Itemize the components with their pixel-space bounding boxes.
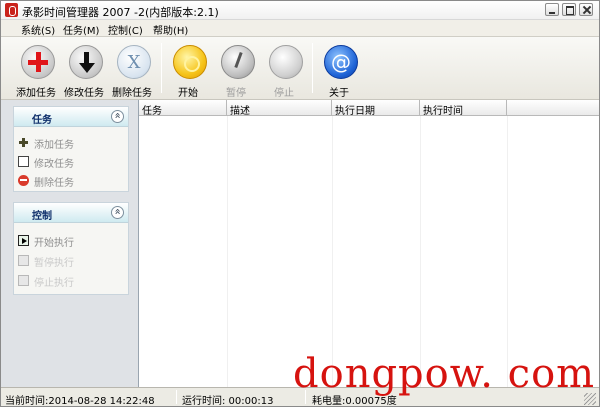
edit-icon <box>18 156 29 167</box>
tasks-group: 任务 添加任务 修改任务 删除任务 <box>13 106 129 192</box>
edit-task-label: 修改任务 <box>64 88 104 99</box>
remove-icon <box>18 175 29 186</box>
column-divider <box>227 116 228 387</box>
minimize-button[interactable] <box>545 3 559 16</box>
plus-circle-icon <box>21 45 55 79</box>
about-button[interactable]: 关于 <box>316 41 362 99</box>
start-disc-icon <box>173 45 207 79</box>
add-task-button[interactable]: 添加任务 <box>13 41 59 99</box>
play-icon <box>18 235 29 246</box>
column-header-description[interactable]: 描述 <box>227 100 332 117</box>
close-button[interactable] <box>579 3 593 16</box>
tasks-group-title: 任务 <box>32 115 52 126</box>
sidebar-item-delete-task[interactable]: 删除任务 <box>18 173 126 189</box>
menu-help[interactable]: 帮助(H) <box>153 22 188 37</box>
toolbar: 添加任务 修改任务 删除任务 开始 暂停 停止 关于 <box>1 36 599 100</box>
control-group-title: 控制 <box>32 211 52 222</box>
menu-tasks[interactable]: 任务(M) <box>63 22 99 37</box>
run-time-status: 运行时间: 00:00:13 <box>182 396 274 407</box>
maximize-button[interactable] <box>562 3 576 16</box>
x-circle-icon <box>117 45 151 79</box>
add-task-label: 添加任务 <box>16 88 56 99</box>
sidebar-item-edit-task[interactable]: 修改任务 <box>18 154 126 170</box>
watermark: dongpow. com <box>293 351 596 397</box>
table-header: 任务 描述 执行日期 执行时间 <box>139 100 599 117</box>
start-button[interactable]: 开始 <box>165 41 211 99</box>
sidebar-item-stop[interactable]: 停止执行 <box>18 273 126 289</box>
menu-control[interactable]: 控制(C) <box>108 22 143 37</box>
delete-task-label: 删除任务 <box>112 88 152 99</box>
sidebar-item-pause[interactable]: 暂停执行 <box>18 253 126 269</box>
pause-label: 暂停 <box>226 88 246 99</box>
menu-bar: 系统(S) 任务(M) 控制(C) 帮助(H) <box>1 20 599 37</box>
window-title: 承影时间管理器 2007 -2(内部版本:2.1) <box>22 6 219 19</box>
task-sidebar: 任务 添加任务 修改任务 删除任务 控制 开始执行 <box>1 100 138 387</box>
control-group: 控制 开始执行 暂停执行 停止执行 <box>13 202 129 295</box>
sidebar-item-add-task[interactable]: 添加任务 <box>18 135 126 151</box>
sidebar-item-label: 停止执行 <box>34 278 74 289</box>
control-group-header[interactable]: 控制 <box>14 203 128 223</box>
at-sign-icon <box>324 45 358 79</box>
column-divider <box>420 116 421 387</box>
column-header-time[interactable]: 执行时间 <box>420 100 507 117</box>
start-label: 开始 <box>178 88 198 99</box>
stop-disc-icon <box>269 45 303 79</box>
sidebar-item-start[interactable]: 开始执行 <box>18 233 126 249</box>
status-separator <box>176 390 177 404</box>
collapse-icon[interactable] <box>111 110 124 123</box>
plus-icon <box>18 137 29 148</box>
column-divider <box>332 116 333 387</box>
column-header-date[interactable]: 执行日期 <box>332 100 420 117</box>
menu-system[interactable]: 系统(S) <box>21 22 55 37</box>
column-divider <box>507 116 508 387</box>
sidebar-item-label: 修改任务 <box>34 159 74 170</box>
stop-button[interactable]: 停止 <box>261 41 307 99</box>
pause-button[interactable]: 暂停 <box>213 41 259 99</box>
current-time-status: 当前时间:2014-08-28 14:22:48 <box>5 396 155 407</box>
app-window: 承影时间管理器 2007 -2(内部版本:2.1) 系统(S) 任务(M) 控制… <box>0 0 600 407</box>
sidebar-item-label: 暂停执行 <box>34 258 74 269</box>
tasks-group-header[interactable]: 任务 <box>14 107 128 127</box>
collapse-icon[interactable] <box>111 206 124 219</box>
sidebar-item-label: 开始执行 <box>34 238 74 249</box>
pause-icon <box>18 255 29 266</box>
pause-disc-icon <box>221 45 255 79</box>
column-header-task[interactable]: 任务 <box>139 100 227 117</box>
sidebar-item-label: 添加任务 <box>34 140 74 151</box>
about-label: 关于 <box>329 88 349 99</box>
app-logo-icon <box>5 3 18 17</box>
stop-icon <box>18 275 29 286</box>
stop-label: 停止 <box>274 88 294 99</box>
edit-task-button[interactable]: 修改任务 <box>61 41 107 99</box>
sidebar-item-label: 删除任务 <box>34 178 74 189</box>
delete-task-button[interactable]: 删除任务 <box>109 41 155 99</box>
down-arrow-icon <box>69 45 103 79</box>
title-bar: 承影时间管理器 2007 -2(内部版本:2.1) <box>1 1 599 20</box>
task-table[interactable]: 任务 描述 执行日期 执行时间 <box>138 100 599 387</box>
